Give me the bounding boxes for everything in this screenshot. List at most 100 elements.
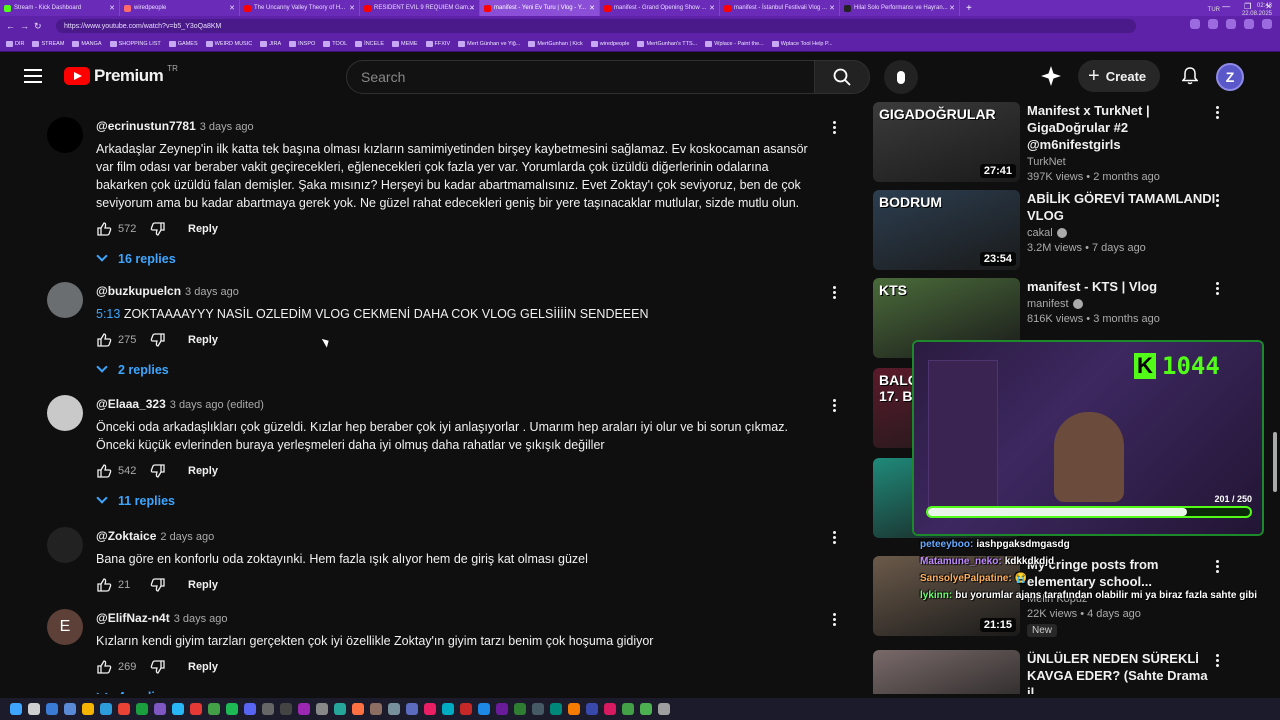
more-actions-icon[interactable] — [833, 399, 837, 412]
minimize-icon[interactable]: — — [1222, 2, 1230, 11]
bookmark-item[interactable]: wiredpeople — [590, 40, 629, 47]
account-avatar[interactable]: Z — [1216, 63, 1244, 91]
reply-button[interactable]: Reply — [188, 223, 218, 235]
video-title[interactable]: Manifest x TurkNet | GigaDoğrular #2 @m6… — [1027, 102, 1217, 153]
commenter-avatar[interactable] — [47, 117, 83, 153]
taskbar-app-icon[interactable] — [172, 703, 184, 715]
forward-icon[interactable]: → — [20, 21, 32, 31]
browser-tab[interactable]: manifest - Grand Opening Show ... ✕ — [600, 0, 720, 16]
extension-icon[interactable] — [1244, 19, 1254, 29]
video-more-icon[interactable] — [1216, 654, 1219, 667]
taskbar-app-icon[interactable] — [64, 703, 76, 715]
bookmark-item[interactable]: WEIRD MUSIC — [205, 40, 252, 47]
tab-close-icon[interactable]: ✕ — [109, 4, 115, 12]
taskbar-app-icon[interactable] — [136, 703, 148, 715]
video-channel[interactable]: manifest — [1027, 298, 1217, 310]
taskbar-app-icon[interactable] — [496, 703, 508, 715]
taskbar-app-icon[interactable] — [586, 703, 598, 715]
comment-author[interactable]: @ecrinustun7781 — [96, 119, 196, 133]
commenter-avatar[interactable] — [47, 395, 83, 431]
tab-close-icon[interactable]: ✕ — [349, 4, 355, 12]
more-actions-icon[interactable] — [833, 613, 837, 626]
extension-icon[interactable] — [1190, 19, 1200, 29]
taskbar-app-icon[interactable] — [352, 703, 364, 715]
reload-icon[interactable]: ↻ — [34, 21, 46, 32]
taskbar-app-icon[interactable] — [154, 703, 166, 715]
like-thumb-up-icon[interactable] — [96, 463, 112, 479]
taskbar-app-icon[interactable] — [550, 703, 562, 715]
recommended-video[interactable]: BODRUM 23:54 ABİLİK GÖREVİ TAMAMLANDI VLOG… — [872, 190, 1272, 274]
dislike-thumb-down-icon[interactable] — [150, 221, 166, 237]
bookmark-item[interactable]: STREAM — [32, 40, 64, 47]
video-more-icon[interactable] — [1216, 194, 1219, 207]
tab-close-icon[interactable]: ✕ — [829, 4, 835, 12]
notifications-bell-icon[interactable] — [1182, 67, 1199, 85]
browser-tab[interactable]: wiredpeople ✕ — [120, 0, 240, 16]
taskbar-app-icon[interactable] — [298, 703, 310, 715]
taskbar-app-icon[interactable] — [226, 703, 238, 715]
comment-time[interactable]: 3 days ago — [185, 286, 239, 298]
reply-button[interactable]: Reply — [188, 334, 218, 346]
extension-icon[interactable] — [1226, 19, 1236, 29]
taskbar-app-icon[interactable] — [28, 703, 40, 715]
url-input[interactable]: https://www.youtube.com/watch?v=b5_Y3oQa… — [56, 19, 1136, 33]
extension-icon[interactable] — [1262, 19, 1272, 29]
browser-tab[interactable]: Hilal Solo Performansı ve Hayran... ✕ — [840, 0, 960, 16]
taskbar-app-icon[interactable] — [280, 703, 292, 715]
bookmark-item[interactable]: SHOPPING LIST — [109, 40, 161, 47]
more-actions-icon[interactable] — [833, 121, 837, 134]
comment-time[interactable]: 3 days ago — [174, 613, 228, 625]
gemini-star-icon[interactable] — [1040, 65, 1062, 87]
bookmark-item[interactable]: MertGunhan | Kick — [528, 40, 583, 47]
taskbar-app-icon[interactable] — [514, 703, 526, 715]
video-thumbnail[interactable] — [873, 650, 1020, 694]
taskbar-app-icon[interactable] — [532, 703, 544, 715]
like-thumb-up-icon[interactable] — [96, 659, 112, 675]
taskbar-app-icon[interactable] — [442, 703, 454, 715]
comment-time[interactable]: 2 days ago — [160, 531, 214, 543]
voice-search-button[interactable] — [884, 60, 918, 94]
comment-time[interactable]: 3 days ago — [200, 121, 254, 133]
bookmark-item[interactable]: MANGA — [72, 40, 102, 47]
taskbar-app-icon[interactable] — [316, 703, 328, 715]
bookmark-item[interactable]: INSPO — [289, 40, 315, 47]
tab-close-icon[interactable]: ✕ — [469, 4, 475, 12]
hamburger-menu-icon[interactable] — [24, 69, 42, 83]
bookmark-item[interactable]: İNCELE — [355, 40, 384, 47]
system-clock[interactable]: 02:43 22.08.2025 — [1242, 2, 1272, 18]
browser-tab[interactable]: The Uncanny Valley Theory of H... ✕ — [240, 0, 360, 16]
view-replies-button[interactable]: 11 replies — [96, 492, 816, 508]
taskbar-app-icon[interactable] — [388, 703, 400, 715]
bookmark-item[interactable]: MertGunhan's TTS... — [637, 40, 697, 47]
view-replies-button[interactable]: 4 replies — [96, 688, 816, 694]
taskbar-app-icon[interactable] — [622, 703, 634, 715]
commenter-avatar[interactable]: E — [47, 609, 83, 645]
create-button[interactable]: + Create — [1078, 60, 1161, 92]
browser-tab[interactable]: RESIDENT EVIL 9 REQUIEM Gam... ✕ — [360, 0, 480, 16]
windows-start-icon[interactable] — [10, 703, 22, 715]
taskbar-app-icon[interactable] — [100, 703, 112, 715]
bookmark-item[interactable]: MEME — [392, 40, 418, 47]
commenter-avatar[interactable] — [47, 527, 83, 563]
video-thumbnail[interactable]: BODRUM 23:54 — [873, 190, 1020, 270]
browser-tab[interactable]: manifest - İstanbul Festivali Vlog ... ✕ — [720, 0, 840, 16]
comment-author[interactable]: @ElifNaz-n4t — [96, 611, 170, 625]
bookmark-item[interactable]: Wplace Tool Help P... — [771, 40, 833, 47]
tab-close-icon[interactable]: ✕ — [709, 4, 715, 12]
taskbar-app-icon[interactable] — [604, 703, 616, 715]
browser-tab[interactable]: manifest - Yeni Ev Turu | Vlog - Y... ✕ — [480, 0, 600, 16]
extension-icon[interactable] — [1208, 19, 1218, 29]
tab-close-icon[interactable]: ✕ — [589, 4, 595, 12]
view-replies-button[interactable]: 2 replies — [96, 361, 816, 377]
commenter-avatar[interactable] — [47, 282, 83, 318]
bookmark-item[interactable]: Mert Günhan ve Yiğ... — [458, 40, 520, 47]
video-title[interactable]: ÜNLÜLER NEDEN SÜREKLİ KAVGA EDER? (Sahte… — [1027, 650, 1217, 694]
taskbar-app-icon[interactable] — [424, 703, 436, 715]
comment-time[interactable]: 3 days ago (edited) — [170, 399, 264, 411]
video-title[interactable]: manifest - KTS | Vlog — [1027, 278, 1217, 295]
bookmark-item[interactable]: DIR — [6, 40, 24, 47]
dislike-thumb-down-icon[interactable] — [150, 332, 166, 348]
taskbar-app-icon[interactable] — [640, 703, 652, 715]
video-channel[interactable]: cakal — [1027, 227, 1217, 239]
reply-button[interactable]: Reply — [188, 579, 218, 591]
